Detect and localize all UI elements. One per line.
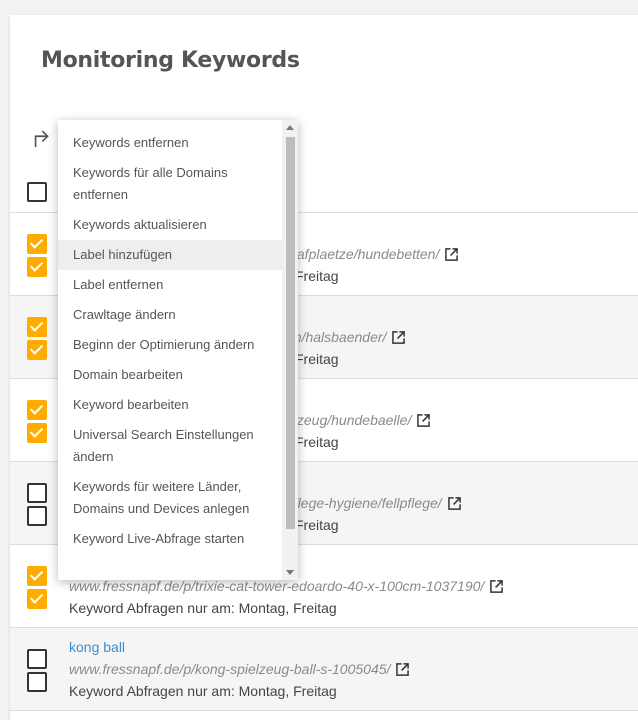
menu-item-edit-keyword[interactable]: Keyword bearbeiten [58, 390, 282, 420]
select-all-checkbox[interactable] [27, 182, 47, 202]
crawl-days: Freitag [295, 517, 339, 533]
row-checkbox[interactable] [27, 649, 47, 669]
row-checkbox-secondary[interactable] [27, 340, 47, 360]
menu-item-remove-label[interactable]: Label entfernen [58, 270, 282, 300]
crawl-days: Keyword Abfragen nur am: Montag, Freitag [69, 683, 337, 699]
row-checkbox[interactable] [27, 483, 47, 503]
url-text: www.fressnapf.de/p/kong-spielzeug-ball-s… [69, 661, 410, 677]
url-value: www.fressnapf.de/p/kong-spielzeug-ball-s… [69, 661, 391, 677]
row-checkbox-secondary[interactable] [27, 423, 47, 443]
row-checkbox[interactable] [27, 566, 47, 586]
crawl-days: Keyword Abfragen nur am: Montag, Freitag [69, 600, 337, 616]
url-text: pflege-hygiene/fellpflege/ [286, 495, 461, 511]
url-text: www.fressnapf.de/p/trixie-cat-tower-edoa… [69, 578, 504, 594]
menu-item-change-crawl-days[interactable]: Crawltage ändern [58, 300, 282, 330]
menu-scrollbar[interactable] [282, 120, 298, 580]
url-value: plafplaetze/hundebetten/ [286, 246, 440, 262]
bulk-actions-menu: Keywords entfernen Keywords für alle Dom… [58, 120, 298, 580]
url-value: pflege-hygiene/fellpflege/ [286, 495, 442, 511]
open-in-new-icon[interactable] [417, 414, 431, 427]
menu-list: Keywords entfernen Keywords für alle Dom… [58, 128, 282, 554]
crawl-days: Freitag [295, 434, 339, 450]
url-text: en/halsbaender/ [286, 329, 406, 345]
row-checkbox-secondary[interactable] [27, 672, 47, 692]
keyword-link[interactable]: kong ball [69, 639, 125, 655]
open-in-new-icon[interactable] [445, 248, 459, 261]
menu-item-start-live-query[interactable]: Keyword Live-Abfrage starten [58, 524, 282, 554]
menu-item-remove-keywords[interactable]: Keywords entfernen [58, 128, 282, 158]
row-checkbox[interactable] [27, 400, 47, 420]
url-text: plafplaetze/hundebetten/ [286, 246, 459, 262]
url-value: en/halsbaender/ [286, 329, 387, 345]
row-checkbox-secondary[interactable] [27, 506, 47, 526]
open-in-new-icon[interactable] [396, 663, 410, 676]
menu-item-universal-search-settings[interactable]: Universal Search Einstellungen ändern [58, 420, 282, 472]
menu-item-add-countries-domains-devices[interactable]: Keywords für weitere Länder, Domains und… [58, 472, 282, 524]
open-in-new-icon[interactable] [392, 331, 406, 344]
crawl-days: Freitag [295, 351, 339, 367]
scroll-up-arrow-icon[interactable] [286, 125, 294, 130]
open-in-new-icon[interactable] [447, 497, 461, 510]
menu-item-change-optimization-start[interactable]: Beginn der Optimierung ändern [58, 330, 282, 360]
row-checkbox-secondary[interactable] [27, 257, 47, 277]
scroll-down-arrow-icon[interactable] [286, 570, 294, 575]
row-checkbox[interactable] [27, 234, 47, 254]
menu-item-edit-domain[interactable]: Domain bearbeiten [58, 360, 282, 390]
url-value: www.fressnapf.de/p/trixie-cat-tower-edoa… [69, 578, 485, 594]
menu-item-update-keywords[interactable]: Keywords aktualisieren [58, 210, 282, 240]
page-title: Monitoring Keywords [41, 48, 300, 73]
url-text: elzeug/hundebaelle/ [286, 412, 431, 428]
table-row: kong ball www.fressnapf.de/p/kong-spielz… [10, 628, 638, 711]
open-in-new-icon[interactable] [490, 580, 504, 593]
row-checkbox[interactable] [27, 317, 47, 337]
crawl-days: Freitag [295, 268, 339, 284]
subdirectory-arrow-right-icon[interactable] [31, 128, 53, 150]
scrollbar-thumb[interactable] [286, 137, 295, 529]
menu-item-remove-keywords-all-domains[interactable]: Keywords für alle Domains entfernen [58, 158, 282, 210]
row-checkbox-secondary[interactable] [27, 589, 47, 609]
url-value: elzeug/hundebaelle/ [286, 412, 412, 428]
menu-item-add-label[interactable]: Label hinzufügen [58, 240, 282, 270]
